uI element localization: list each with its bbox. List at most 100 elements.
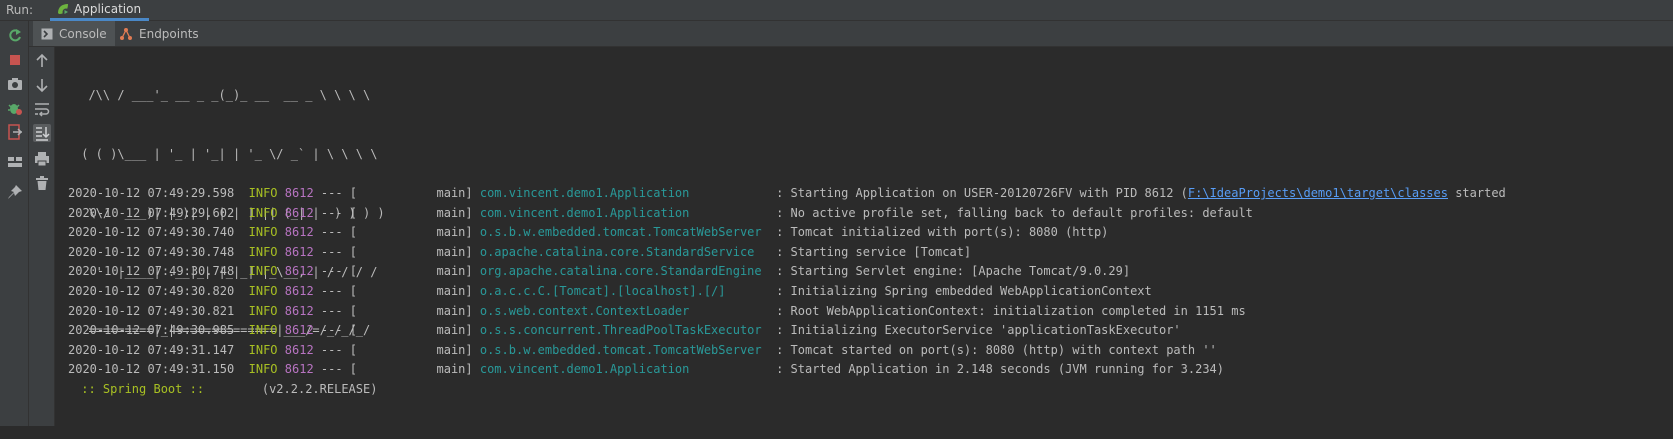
log-line: 2020-10-12 07:49:30.820 INFO 8612 --- [ … — [68, 282, 1506, 302]
log-timestamp: 2020-10-12 07:49:30.821 — [68, 303, 235, 318]
log-separator: --- [ — [320, 205, 358, 220]
log-level: INFO — [248, 342, 278, 357]
log-separator: --- [ — [320, 283, 358, 298]
log-pid: 8612 — [284, 225, 314, 240]
log-separator: --- [ — [320, 362, 358, 377]
log-message: : Starting Application on USER-20120726F… — [776, 186, 1188, 200]
layout-icon[interactable] — [6, 153, 24, 171]
rerun-icon[interactable] — [6, 27, 24, 45]
log-logger: com.vincent.demo1.Application — [479, 362, 769, 377]
stop-icon[interactable] — [6, 51, 24, 69]
log-logger: o.a.c.c.C.[Tomcat].[localhost].[/] — [479, 283, 769, 298]
log-message: : Starting Servlet engine: [Apache Tomca… — [776, 264, 1131, 279]
log-thread: main] — [357, 362, 473, 377]
log-separator: --- [ — [320, 264, 358, 279]
down-arrow-icon[interactable] — [33, 76, 51, 94]
log-thread: main] — [357, 244, 473, 259]
log-thread: main] — [357, 205, 473, 220]
log-message: : Initializing ExecutorService 'applicat… — [776, 323, 1181, 338]
log-line: 2020-10-12 07:49:30.748 INFO 8612 --- [ … — [68, 262, 1506, 282]
log-line: 2020-10-12 07:49:30.821 INFO 8612 --- [ … — [68, 302, 1506, 322]
log-thread: main] — [357, 303, 473, 318]
log-lines: 2020-10-12 07:49:29.598 INFO 8612 --- [ … — [68, 184, 1506, 380]
run-label: Run: — [6, 3, 34, 17]
log-message: : Tomcat started on port(s): 8080 (http)… — [776, 342, 1217, 357]
tab-console-label: Console — [59, 26, 107, 41]
log-timestamp: 2020-10-12 07:49:30.748 — [68, 264, 235, 279]
scroll-to-end-icon[interactable] — [33, 124, 51, 142]
log-message: : Started Application in 2.148 seconds (… — [776, 362, 1225, 377]
spring-boot-label: :: Spring Boot :: — [74, 382, 212, 397]
banner-line: /\\ / ___'_ __ _ _(_)_ __ __ _ \ \ \ \ — [74, 88, 371, 103]
console-icon — [41, 28, 53, 39]
up-arrow-icon[interactable] — [33, 52, 51, 70]
log-level: INFO — [248, 225, 278, 240]
log-thread: main] — [357, 283, 473, 298]
log-pid: 8612 — [284, 323, 314, 338]
log-logger: com.vincent.demo1.Application — [479, 186, 769, 200]
log-path-link[interactable]: F:\IdeaProjects\demo1\target\classes — [1188, 186, 1448, 200]
log-message: : Initializing Spring embedded WebApplic… — [776, 283, 1152, 298]
log-logger: o.s.b.w.embedded.tomcat.TomcatWebServer — [479, 225, 769, 240]
log-level: INFO — [248, 303, 278, 318]
log-logger: o.s.s.concurrent.ThreadPoolTaskExecutor — [479, 323, 769, 338]
log-level: INFO — [248, 244, 278, 259]
log-message: : Tomcat initialized with port(s): 8080 … — [776, 225, 1109, 240]
log-separator: --- [ — [320, 342, 358, 357]
log-separator: --- [ — [320, 323, 358, 338]
log-line: 2020-10-12 07:49:30.740 INFO 8612 --- [ … — [68, 223, 1506, 243]
spring-boot-version: (v2.2.2.RELEASE) — [211, 382, 378, 397]
log-message: : No active profile set, falling back to… — [776, 205, 1253, 220]
log-level: INFO — [248, 264, 278, 279]
log-timestamp: 2020-10-12 07:49:31.150 — [68, 362, 235, 377]
log-pid: 8612 — [284, 264, 314, 279]
tab-endpoints[interactable]: Endpoints — [111, 21, 207, 46]
log-message-tail: started — [1447, 186, 1506, 200]
tab-console[interactable]: Console — [33, 21, 115, 46]
log-pid: 8612 — [284, 283, 314, 298]
log-thread: main] — [357, 186, 473, 200]
exit-icon[interactable] — [6, 123, 24, 141]
camera-icon[interactable] — [6, 75, 24, 93]
run-config-tab-application[interactable]: Application — [50, 0, 150, 21]
log-timestamp: 2020-10-12 07:49:30.985 — [68, 323, 235, 338]
log-line: 2020-10-12 07:49:29.602 INFO 8612 --- [ … — [68, 204, 1506, 224]
log-pid: 8612 — [284, 244, 314, 259]
run-left-toolbar — [0, 21, 29, 426]
log-thread: main] — [357, 225, 473, 240]
log-message: : Root WebApplicationContext: initializa… — [776, 303, 1246, 318]
log-separator: --- [ — [320, 186, 358, 200]
debug-icon[interactable] — [6, 99, 24, 117]
log-logger: o.apache.catalina.core.StandardService — [479, 244, 769, 259]
log-thread: main] — [357, 264, 473, 279]
log-pid: 8612 — [284, 362, 314, 377]
log-pid: 8612 — [284, 186, 314, 200]
soft-wrap-icon[interactable] — [33, 100, 51, 118]
spring-boot-run-icon — [58, 4, 70, 16]
trash-icon[interactable] — [33, 174, 51, 192]
log-pid: 8612 — [284, 205, 314, 220]
log-level: INFO — [248, 323, 278, 338]
console-toolbar — [29, 47, 55, 426]
log-timestamp: 2020-10-12 07:49:30.748 — [68, 244, 235, 259]
log-level: INFO — [248, 186, 278, 200]
log-logger: com.vincent.demo1.Application — [479, 205, 769, 220]
log-separator: --- [ — [320, 244, 358, 259]
log-logger: o.s.web.context.ContextLoader — [479, 303, 769, 318]
log-line: 2020-10-12 07:49:31.147 INFO 8612 --- [ … — [68, 341, 1506, 361]
pin-icon[interactable] — [6, 183, 24, 201]
log-logger: o.s.b.w.embedded.tomcat.TomcatWebServer — [479, 342, 769, 357]
log-message: : Starting service [Tomcat] — [776, 244, 972, 259]
log-line: 2020-10-12 07:49:31.150 INFO 8612 --- [ … — [68, 360, 1506, 380]
log-timestamp: 2020-10-12 07:49:29.598 — [68, 186, 235, 200]
print-icon[interactable] — [33, 150, 51, 168]
endpoints-icon — [120, 27, 132, 40]
log-line: 2020-10-12 07:49:30.985 INFO 8612 --- [ … — [68, 321, 1506, 341]
tab-endpoints-label: Endpoints — [139, 26, 199, 41]
console-output[interactable]: /\\ / ___'_ __ _ _(_)_ __ __ _ \ \ \ \ (… — [56, 47, 1673, 426]
log-separator: --- [ — [320, 225, 358, 240]
run-toolwindow-header: Run: Application — [0, 0, 1673, 21]
log-line: 2020-10-12 07:49:30.748 INFO 8612 --- [ … — [68, 243, 1506, 263]
log-pid: 8612 — [284, 303, 314, 318]
log-logger: org.apache.catalina.core.StandardEngine — [479, 264, 769, 279]
